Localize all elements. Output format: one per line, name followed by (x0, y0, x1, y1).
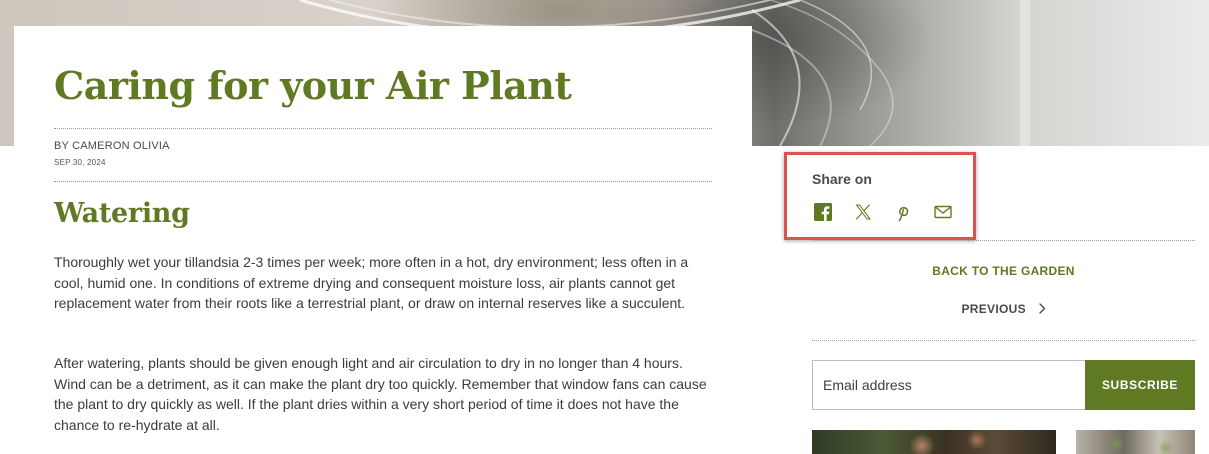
subscribe-button[interactable]: SUBSCRIBE (1085, 360, 1195, 410)
share-panel: Share on (784, 152, 976, 240)
article-title: Caring for your Air Plant (54, 63, 572, 108)
facebook-icon[interactable] (812, 202, 833, 223)
previous-post-link[interactable]: PREVIOUS (812, 302, 1195, 317)
article-paragraph: Thoroughly wet your tillandsia 2-3 times… (54, 254, 689, 311)
divider (54, 181, 712, 182)
share-icons (812, 201, 953, 223)
share-label: Share on (812, 171, 872, 187)
chevron-right-icon (1038, 303, 1046, 317)
related-post-thumbnail[interactable] (812, 430, 1056, 454)
previous-label: PREVIOUS (961, 302, 1026, 316)
related-post-thumbnail[interactable] (1076, 430, 1195, 454)
mail-icon[interactable] (932, 202, 953, 223)
article-paragraph: After watering, plants should be given e… (54, 355, 707, 433)
article-date: SEP 30, 2024 (54, 158, 106, 167)
article-byline: BY CAMERON OLIVIA (54, 140, 170, 152)
x-icon[interactable] (852, 202, 873, 223)
email-field[interactable] (812, 360, 1085, 410)
section-heading: Watering (54, 198, 190, 229)
divider (812, 240, 1195, 241)
article-card: Caring for your Air Plant BY CAMERON OLI… (14, 26, 752, 454)
divider (54, 128, 712, 129)
back-to-garden-link[interactable]: BACK TO THE GARDEN (812, 264, 1195, 278)
pinterest-icon[interactable] (892, 202, 913, 223)
divider (812, 340, 1195, 341)
